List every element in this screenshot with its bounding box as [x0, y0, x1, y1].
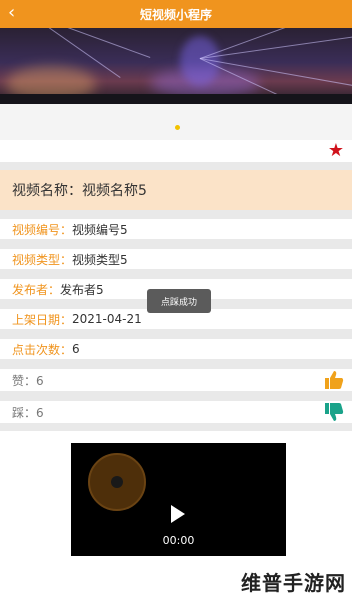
dislike-count: 6: [36, 405, 44, 420]
field-video-id: 视频编号： 视频编号5: [0, 219, 352, 239]
video-name-value: 视频名称5: [82, 183, 147, 199]
field-click-count: 点击次数： 6: [0, 339, 352, 359]
like-count: 6: [36, 373, 44, 388]
like-row: 赞：6: [0, 369, 352, 391]
play-icon[interactable]: [171, 505, 185, 523]
field-value: 视频类型5: [72, 252, 128, 267]
field-value: 6: [72, 342, 80, 356]
toast-message: 点踩成功: [147, 289, 211, 313]
field-value: 发布者5: [60, 282, 104, 297]
dislike-row: 踩：6: [0, 401, 352, 423]
favorite-row: ★: [0, 140, 352, 162]
carousel-dot[interactable]: [175, 125, 180, 130]
field-video-type: 视频类型： 视频类型5: [0, 249, 352, 269]
video-name-label: 视频名称：: [12, 183, 82, 199]
field-label: 发布者：: [12, 282, 61, 297]
thumbs-up-icon[interactable]: [324, 370, 344, 390]
field-value: 2021-04-21: [72, 312, 142, 326]
app-header: ‹ 短视频小程序: [0, 0, 352, 28]
video-player[interactable]: 00:00: [71, 443, 286, 556]
field-label: 视频编号：: [12, 222, 73, 237]
dislike-label: 踩：: [12, 405, 37, 420]
video-name-row: 视频名称： 视频名称5: [0, 170, 352, 210]
video-thumbnail-disc: [88, 453, 146, 511]
field-label: 视频类型：: [12, 252, 73, 267]
field-label: 上架日期：: [12, 312, 73, 327]
like-label: 赞：: [12, 373, 37, 388]
banner-image[interactable]: [0, 28, 352, 104]
chevron-left-icon[interactable]: ‹: [8, 4, 15, 22]
watermark-text: 维普手游网: [241, 571, 346, 595]
star-icon[interactable]: ★: [328, 142, 344, 160]
field-label: 点击次数：: [12, 342, 73, 357]
thumbs-down-icon[interactable]: [324, 402, 344, 422]
page-title: 短视频小程序: [139, 7, 212, 22]
video-time: 00:00: [162, 534, 195, 547]
carousel-indicator-area: [0, 104, 352, 140]
field-value: 视频编号5: [72, 222, 128, 237]
